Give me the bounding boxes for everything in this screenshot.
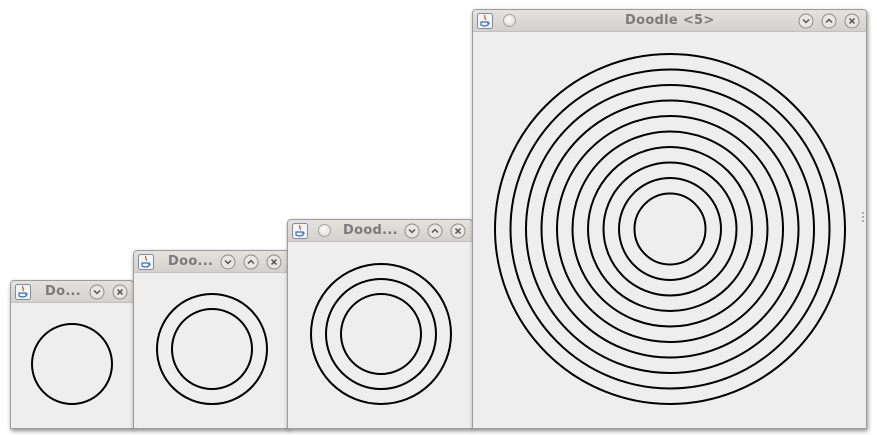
minimize-button[interactable]: [798, 13, 814, 29]
java-app-icon[interactable]: [138, 254, 154, 270]
ring-circle: [540, 99, 800, 359]
java-app-icon[interactable]: [477, 13, 493, 29]
doodle-canvas[interactable]: [473, 32, 866, 428]
ring-circle: [571, 130, 769, 328]
doodle-window-3[interactable]: Dood...: [287, 219, 473, 429]
doodle-canvas[interactable]: [288, 242, 472, 428]
concentric-circles: [156, 293, 268, 405]
ring-circle: [156, 293, 268, 405]
minimize-button[interactable]: [404, 223, 420, 239]
ring-circle: [310, 263, 452, 405]
close-button[interactable]: [450, 223, 466, 239]
ring-circle: [556, 115, 784, 343]
ring-circle: [509, 68, 831, 390]
window-title: Doo...: [168, 254, 214, 269]
concentric-circles: [31, 323, 113, 405]
doodle-window-1[interactable]: Do...: [10, 280, 134, 429]
ring-circle: [633, 192, 707, 266]
maximize-button[interactable]: [821, 13, 837, 29]
java-app-icon[interactable]: [15, 284, 31, 300]
title-bar[interactable]: Doo...: [134, 251, 288, 273]
ring-circle: [325, 278, 437, 390]
close-button[interactable]: [112, 284, 128, 300]
close-button[interactable]: [266, 254, 282, 270]
ring-circle: [525, 84, 815, 374]
java-app-icon[interactable]: [292, 223, 308, 239]
maximize-button[interactable]: [243, 254, 259, 270]
title-bar[interactable]: Dood...: [288, 220, 472, 242]
ring-circle: [587, 146, 753, 312]
close-button[interactable]: [844, 13, 860, 29]
resize-grip[interactable]: [862, 212, 864, 222]
maximize-button[interactable]: [427, 223, 443, 239]
concentric-circles: [494, 53, 846, 405]
doodle-canvas[interactable]: [11, 303, 133, 428]
ring-circle: [171, 308, 253, 390]
minimize-button[interactable]: [220, 254, 236, 270]
window-title: Dood...: [343, 223, 398, 238]
title-bar[interactable]: Doodle <5>: [473, 10, 866, 32]
window-title: Doodle <5>: [625, 13, 715, 28]
sticky-button[interactable]: [503, 14, 516, 27]
ring-circle: [602, 161, 738, 297]
sticky-button[interactable]: [318, 224, 331, 237]
minimize-button[interactable]: [89, 284, 105, 300]
doodle-window-2[interactable]: Doo...: [133, 250, 289, 429]
title-bar[interactable]: Do...: [11, 281, 133, 303]
ring-circle: [340, 293, 422, 375]
ring-circle: [31, 323, 113, 405]
ring-circle: [494, 53, 846, 405]
window-title: Do...: [45, 284, 82, 299]
concentric-circles: [310, 263, 452, 405]
doodle-window-5[interactable]: Doodle <5>: [472, 9, 867, 429]
doodle-canvas[interactable]: [134, 273, 288, 428]
